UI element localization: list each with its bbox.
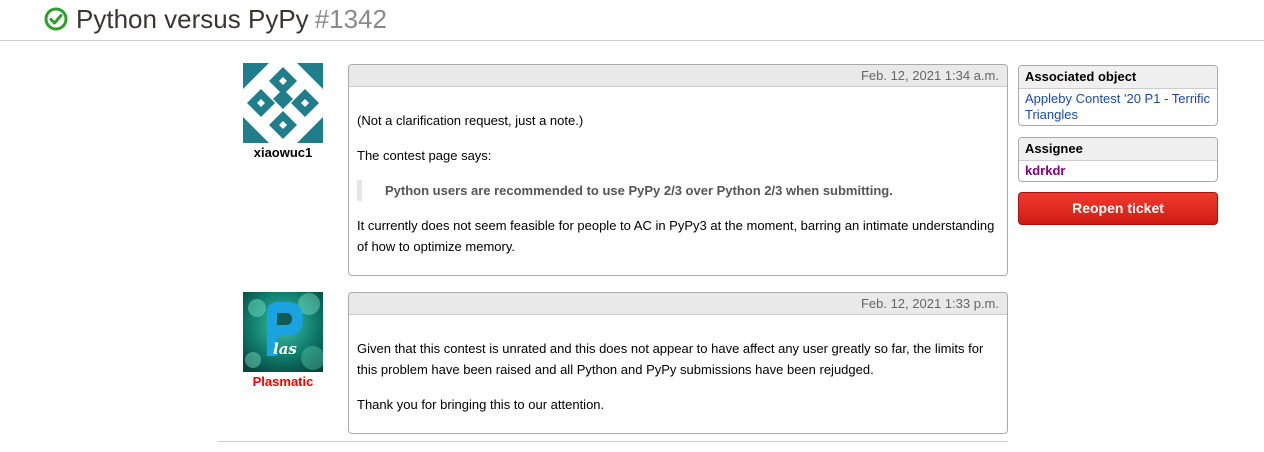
associated-object-link[interactable]: Appleby Contest '20 P1 - Terrific Triang…	[1025, 91, 1210, 122]
assignee-panel: Assignee kdrkdr	[1018, 137, 1218, 182]
comment-timestamp: Feb. 12, 2021 1:34 a.m.	[349, 65, 1007, 87]
comment-quote: Python users are recommended to use PyPy…	[357, 180, 999, 201]
comment-author[interactable]: Plasmatic	[223, 374, 343, 389]
comment-box: Feb. 12, 2021 1:33 p.m. Given that this …	[348, 292, 1008, 434]
comment-timestamp: Feb. 12, 2021 1:33 p.m.	[349, 293, 1007, 315]
comment-paragraph: (Not a clarification request, just a not…	[357, 113, 584, 128]
plasmatic-logo-avatar: las	[243, 292, 323, 372]
comment-body: Given that this contest is unrated and t…	[349, 315, 1007, 415]
comment-box: Feb. 12, 2021 1:34 a.m. (Not a clarifica…	[348, 64, 1008, 276]
comment-body: (Not a clarification request, just a not…	[349, 87, 1007, 257]
comment-paragraph: The contest page says:	[357, 148, 492, 163]
comment-paragraph: Given that this contest is unrated and t…	[357, 341, 984, 377]
ticket-title-bar: Python versus PyPy #1342	[0, 0, 1264, 41]
geometric-pattern-avatar	[243, 63, 323, 143]
page-title: Python versus PyPy #1342	[76, 2, 387, 36]
svg-text:las: las	[273, 340, 297, 358]
divider	[218, 441, 1008, 442]
comment-paragraph: It currently does not seem feasible for …	[357, 218, 995, 254]
associated-object-panel: Associated object Appleby Contest '20 P1…	[1018, 65, 1218, 126]
associated-object-label: Associated object	[1019, 66, 1217, 89]
reopen-ticket-button[interactable]: Reopen ticket	[1018, 192, 1218, 225]
assignee-name[interactable]: kdrkdr	[1025, 163, 1065, 178]
avatar[interactable]: las	[243, 292, 323, 372]
avatar[interactable]	[243, 63, 323, 143]
ticket-number: #1342	[314, 4, 387, 34]
ticket-title: Python versus PyPy	[76, 4, 309, 34]
assignee-label: Assignee	[1019, 138, 1217, 161]
comment-author[interactable]: xiaowuc1	[223, 145, 343, 160]
check-circle-icon	[44, 7, 68, 31]
comment-paragraph: Thank you for bringing this to our atten…	[357, 397, 605, 412]
